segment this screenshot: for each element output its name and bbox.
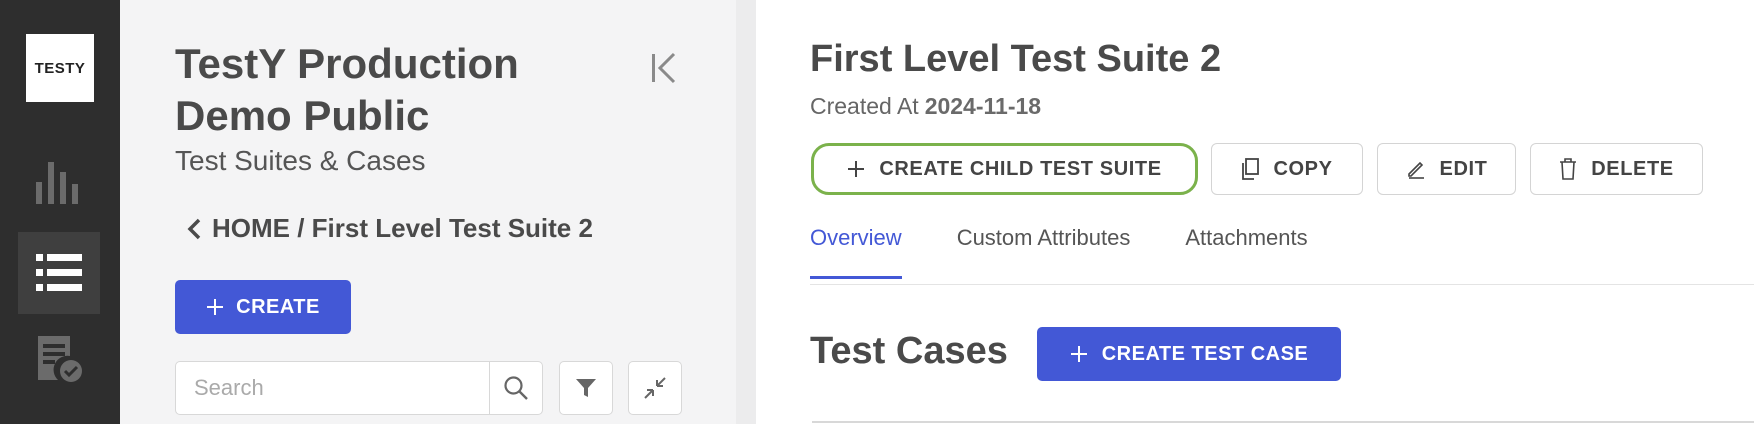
copy-button[interactable]: COPY: [1211, 143, 1363, 195]
collapse-panel-button[interactable]: [644, 48, 684, 88]
analytics-icon: [36, 162, 78, 204]
rail-item-test-plans[interactable]: [18, 318, 100, 400]
plus-icon: [848, 161, 865, 177]
rail-item-analytics[interactable]: [18, 140, 100, 222]
create-test-case-button[interactable]: CREATE TEST CASE: [1037, 327, 1341, 381]
copy-label: COPY: [1273, 157, 1333, 180]
copy-icon: [1242, 158, 1260, 180]
table-top-border: [812, 421, 1754, 423]
test-plan-icon: [38, 336, 82, 382]
collapse-all-button[interactable]: [628, 361, 682, 415]
created-at: Created At 2024-11-18: [810, 93, 1041, 120]
icon-rail: TESTY: [0, 0, 120, 424]
tabs-divider: [810, 284, 1754, 285]
suite-tree-panel: TestY Production Demo Public Test Suites…: [120, 0, 736, 424]
plus-icon: [207, 299, 224, 315]
trash-icon: [1560, 158, 1577, 180]
breadcrumb-text[interactable]: HOME / First Level Test Suite 2: [212, 213, 593, 244]
tab-attachments[interactable]: Attachments: [1185, 225, 1307, 275]
tab-custom-attributes[interactable]: Custom Attributes: [957, 225, 1131, 275]
rail-item-test-suites[interactable]: [18, 232, 100, 314]
breadcrumb[interactable]: HOME / First Level Test Suite 2: [186, 213, 593, 244]
edit-label: EDIT: [1439, 157, 1488, 180]
create-test-case-label: CREATE TEST CASE: [1101, 342, 1309, 365]
search-button[interactable]: [489, 362, 542, 414]
filter-icon: [576, 379, 596, 397]
collapse-left-icon: [652, 52, 676, 84]
filter-button[interactable]: [559, 361, 613, 415]
create-button[interactable]: CREATE: [175, 280, 351, 334]
created-at-date: 2024-11-18: [924, 93, 1042, 119]
section-subtitle: Test Suites & Cases: [175, 145, 426, 176]
plus-icon: [1070, 346, 1087, 362]
test-cases-heading: Test Cases: [810, 330, 1008, 372]
chevron-left-icon[interactable]: [186, 217, 202, 241]
delete-button[interactable]: DELETE: [1530, 143, 1703, 195]
create-button-label: CREATE: [236, 295, 320, 318]
search-box: [175, 361, 543, 415]
app-logo[interactable]: TESTY: [26, 34, 94, 102]
shrink-icon: [644, 377, 666, 399]
delete-label: DELETE: [1591, 157, 1674, 180]
tab-overview[interactable]: Overview: [810, 225, 902, 279]
edit-icon: [1407, 161, 1424, 179]
suite-title: First Level Test Suite 2: [810, 38, 1222, 80]
edit-button[interactable]: EDIT: [1377, 143, 1516, 195]
create-child-suite-label: CREATE CHILD TEST SUITE: [879, 157, 1162, 180]
search-icon: [504, 376, 528, 400]
created-at-label: Created At: [810, 93, 919, 119]
project-title: TestY Production Demo Public: [175, 40, 519, 139]
create-child-suite-button[interactable]: CREATE CHILD TEST SUITE: [811, 143, 1198, 195]
search-input[interactable]: [176, 362, 489, 414]
panel-resizer[interactable]: [736, 0, 756, 424]
list-icon: [36, 254, 82, 291]
suite-tabs: Overview Custom Attributes Attachments: [810, 225, 1363, 279]
